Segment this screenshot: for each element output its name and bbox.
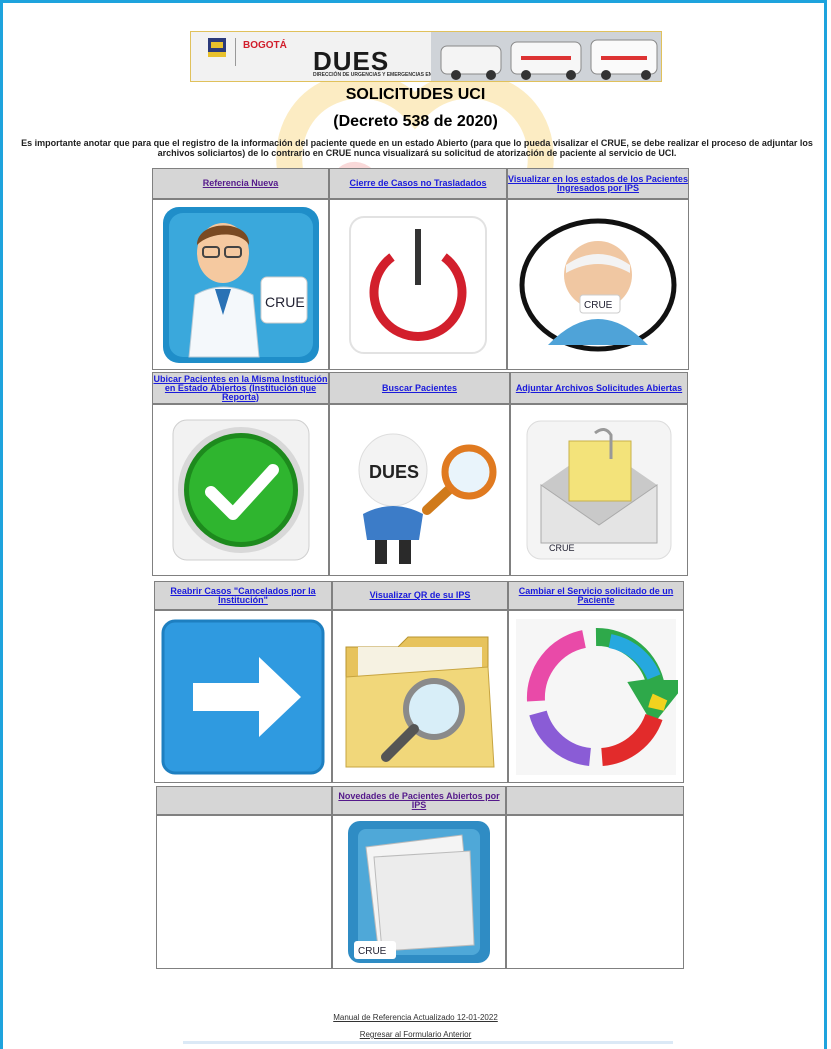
bogota-logo-text: BOGOTÁ — [243, 40, 287, 51]
tile-ubicar-pacientes[interactable] — [152, 404, 329, 576]
tile-buscar-pacientes[interactable]: DUES — [329, 404, 510, 576]
tile-reabrir-casos[interactable] — [154, 610, 332, 783]
link-reabrir-casos[interactable]: Reabrir Casos "Cancelados por la Institu… — [155, 586, 331, 605]
decree-subtitle: (Decreto 538 de 2020) — [333, 113, 498, 130]
tile-cambiar-servicio[interactable] — [508, 610, 684, 783]
link-cambiar-servicio[interactable]: Cambiar el Servicio solicitado de un Pac… — [509, 586, 683, 605]
header-empty-right — [506, 786, 684, 815]
header-visualizar-estados: Visualizar en los estados de los Pacient… — [507, 168, 689, 199]
link-novedades[interactable]: Novedades de Pacientes Abiertos por IPS — [333, 791, 505, 810]
crue-mini-logo: CRUE — [584, 300, 613, 311]
folder-search-icon — [345, 636, 495, 767]
banner-separator — [235, 38, 236, 66]
tile-empty-left — [156, 815, 332, 969]
tile-visualizar-qr[interactable] — [332, 610, 508, 783]
header-reabrir-casos: Reabrir Casos "Cancelados por la Institu… — [154, 581, 332, 610]
patient-icon: CRUE — [519, 218, 677, 351]
tile-adjuntar-archivos[interactable]: CRUE — [510, 404, 688, 576]
mail-attach-icon: CRUE — [526, 420, 672, 560]
crue-mini-logo: CRUE — [549, 543, 575, 553]
link-referencia-nueva[interactable]: Referencia Nueva — [203, 179, 279, 188]
check-icon — [172, 419, 309, 561]
link-visualizar-qr[interactable]: Visualizar QR de su IPS — [370, 591, 471, 600]
header-adjuntar-archivos: Adjuntar Archivos Solicitudes Abiertas — [510, 372, 688, 404]
bogota-shield-icon — [208, 38, 226, 57]
dues-banner: BOGOTÁ DUES DIRECCIÓN DE URGENCIAS Y EME… — [190, 31, 662, 82]
tile-empty-right — [506, 815, 684, 969]
documents-icon: CRUE — [348, 821, 490, 963]
header-empty-left — [156, 786, 332, 815]
dues-mini-logo: DUES — [369, 462, 419, 482]
header-cierre-casos: Cierre de Casos no Trasladados — [329, 168, 507, 199]
header-cambiar-servicio: Cambiar el Servicio solicitado de un Pac… — [508, 581, 684, 610]
link-buscar-pacientes[interactable]: Buscar Pacientes — [382, 383, 457, 393]
doctor-icon: CRUE — [162, 206, 319, 363]
tile-novedades[interactable]: CRUE — [332, 815, 506, 969]
footer-divider — [183, 1041, 673, 1044]
search-person-icon: DUES — [358, 433, 496, 564]
tile-cierre-casos[interactable] — [329, 199, 507, 370]
power-icon — [349, 215, 487, 354]
notice-text: Es importante anotar que para que el reg… — [21, 138, 813, 158]
header-ubicar-pacientes: Ubicar Pacientes en la Misma Institución… — [152, 372, 329, 404]
header-novedades: Novedades de Pacientes Abiertos por IPS — [332, 786, 506, 815]
link-cierre-casos[interactable]: Cierre de Casos no Trasladados — [349, 179, 486, 188]
back-link-container: Regresar al Formulario Anterior — [0, 1030, 831, 1039]
back-link[interactable]: Regresar al Formulario Anterior — [360, 1030, 472, 1039]
ambulances-image — [431, 32, 661, 81]
link-visualizar-estados[interactable]: Visualizar en los estados de los Pacient… — [508, 174, 688, 193]
tile-visualizar-estados[interactable]: CRUE — [507, 199, 689, 370]
cycle-arrows-icon — [516, 618, 678, 775]
manual-link-container: Manual de Referencia Actualizado 12-01-2… — [0, 1013, 831, 1022]
crue-mini-logo: CRUE — [265, 294, 305, 310]
header-buscar-pacientes: Buscar Pacientes — [329, 372, 510, 404]
header-referencia-nueva: Referencia Nueva — [152, 168, 329, 199]
page-title: SOLICITUDES UCI — [345, 86, 486, 103]
tile-referencia-nueva[interactable]: CRUE — [152, 199, 329, 370]
manual-link[interactable]: Manual de Referencia Actualizado 12-01-2… — [333, 1013, 498, 1022]
link-adjuntar-archivos[interactable]: Adjuntar Archivos Solicitudes Abiertas — [516, 383, 682, 393]
header-visualizar-qr: Visualizar QR de su IPS — [332, 581, 508, 610]
link-ubicar-pacientes[interactable]: Ubicar Pacientes en la Misma Institución… — [153, 374, 328, 402]
arrow-right-icon — [161, 619, 325, 774]
crue-mini-logo: CRUE — [358, 946, 387, 957]
